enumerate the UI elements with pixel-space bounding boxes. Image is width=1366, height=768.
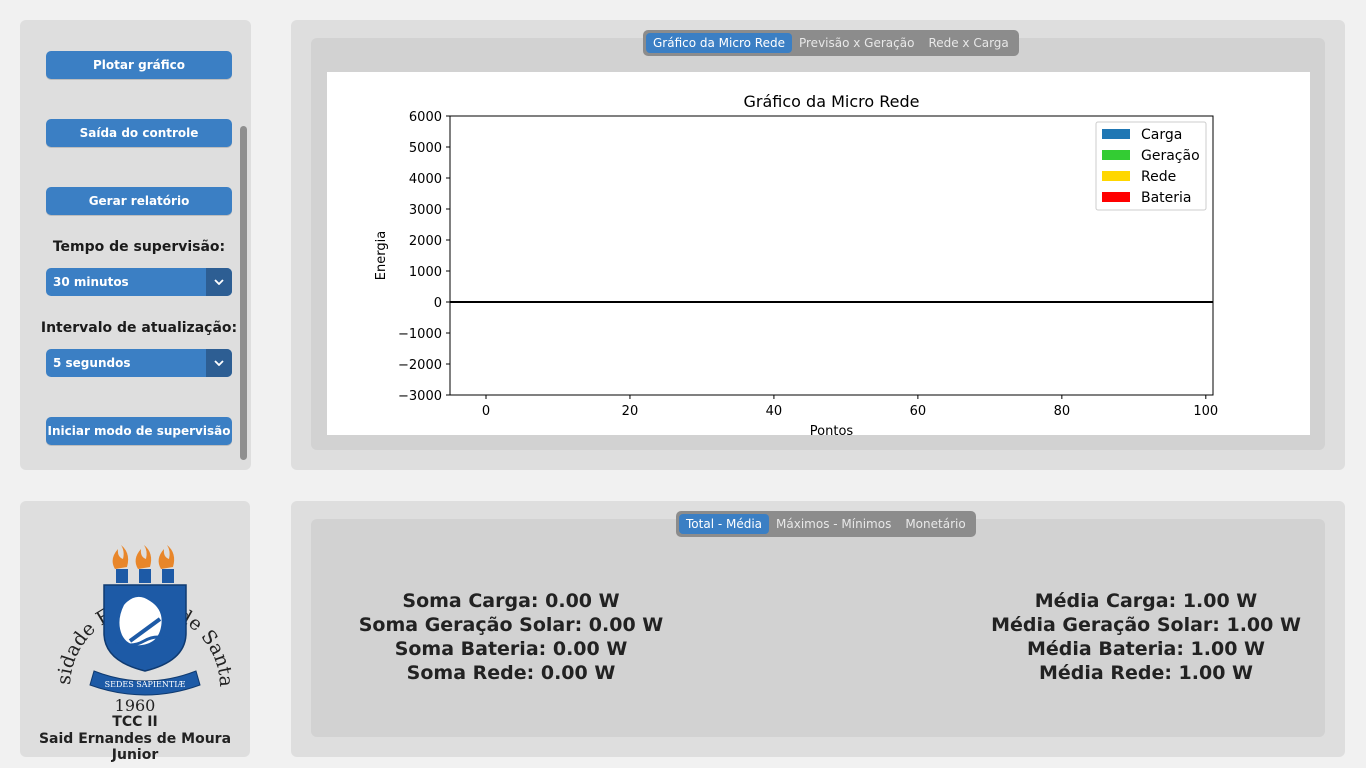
average-battery: Média Bateria: 1.00 W [1027, 638, 1265, 660]
statistics-panel: Total - Média Máximos - Mínimos Monetári… [291, 501, 1345, 757]
university-logo: Universidade Federal de Santa Maria SEDE… [20, 501, 237, 713]
y-tick-label: 5000 [409, 141, 442, 156]
chart-axes: 6000500040003000200010000−1000−2000−3000… [398, 110, 1218, 419]
supervision-time-label: Tempo de supervisão: [52, 239, 226, 255]
legend-swatch [1102, 150, 1130, 160]
y-tick-label: −2000 [398, 358, 442, 373]
chart-legend: Carga Geração Rede Bateria [1095, 121, 1207, 211]
supervision-time-value: 30 minutos [53, 275, 129, 289]
torch-icon [112, 545, 175, 583]
chart-y-label: Energia [374, 231, 389, 280]
author-name: Said Ernandes de Moura Junior [38, 731, 232, 763]
generate-report-button[interactable]: Gerar relatório [46, 187, 232, 215]
legend-swatch [1102, 171, 1130, 181]
average-solar-generation: Média Geração Solar: 1.00 W [991, 614, 1301, 636]
tab-micro-grid-chart[interactable]: Gráfico da Micro Rede [646, 33, 792, 53]
tab-grid-vs-load[interactable]: Rede x Carga [921, 33, 1015, 53]
sum-grid: Soma Rede: 0.00 W [406, 662, 616, 684]
shield-icon [103, 584, 187, 672]
course-label: TCC II [112, 714, 158, 730]
tab-monetary[interactable]: Monetário [898, 514, 972, 534]
chart-x-label: Pontos [810, 424, 854, 435]
update-interval-value: 5 segundos [53, 356, 131, 370]
update-interval-label: Intervalo de atualização: [40, 320, 238, 336]
legend-entry: Bateria [1141, 190, 1192, 206]
y-tick-label: 4000 [409, 172, 442, 187]
y-tick-label: 6000 [409, 110, 442, 125]
motto-banner: SEDES SAPIENTIÆ [89, 670, 201, 696]
logo-panel: Universidade Federal de Santa Maria SEDE… [20, 501, 250, 763]
supervision-time-select[interactable]: 30 minutos [46, 268, 232, 296]
chart-title: Gráfico da Micro Rede [744, 92, 920, 111]
x-tick-label: 0 [482, 404, 490, 419]
average-load: Média Carga: 1.00 W [1034, 590, 1258, 612]
y-tick-label: −3000 [398, 389, 442, 404]
y-tick-label: 2000 [409, 234, 442, 249]
control-output-button[interactable]: Saída do controle [46, 119, 232, 147]
y-tick-label: 1000 [409, 265, 442, 280]
y-tick-label: 3000 [409, 203, 442, 218]
sum-solar-generation: Soma Geração Solar: 0.00 W [358, 614, 664, 636]
legend-swatch [1102, 129, 1130, 139]
control-panel: Plotar gráfico Saída do controle Gerar r… [20, 20, 251, 470]
sum-battery: Soma Bateria: 0.00 W [394, 638, 628, 660]
tab-forecast-vs-generation[interactable]: Previsão x Geração [792, 33, 921, 53]
chart-canvas: 6000 5000 4000 3000 2000 1000 0 −1000 −2000 −3000… [327, 72, 1310, 439]
plot-chart-button[interactable]: Plotar gráfico [46, 51, 232, 79]
legend-entry: Carga [1141, 127, 1182, 143]
chevron-down-icon[interactable] [206, 268, 232, 296]
update-interval-select[interactable]: 5 segundos [46, 349, 232, 377]
x-tick-label: 20 [622, 404, 639, 419]
tab-max-min[interactable]: Máximos - Mínimos [769, 514, 898, 534]
tab-total-average[interactable]: Total - Média [679, 514, 770, 534]
legend-entry: Geração [1141, 148, 1200, 164]
statistics-tab-bar: Total - Média Máximos - Mínimos Monetári… [676, 511, 976, 537]
chart-tab-bar: Gráfico da Micro Rede Previsão x Geração… [643, 30, 1019, 56]
legend-entry: Rede [1141, 169, 1176, 185]
average-grid: Média Rede: 1.00 W [1038, 662, 1253, 684]
x-tick-label: 60 [910, 404, 927, 419]
x-tick-label: 40 [766, 404, 783, 419]
x-tick-label: 80 [1054, 404, 1071, 419]
scrollbar[interactable] [240, 126, 247, 460]
legend-swatch [1102, 192, 1130, 202]
y-tick-label: 0 [434, 296, 442, 311]
chevron-down-icon[interactable] [206, 349, 232, 377]
chart-panel: Gráfico da Micro Rede Previsão x Geração… [291, 20, 1345, 470]
svg-text:SEDES SAPIENTIÆ: SEDES SAPIENTIÆ [105, 680, 186, 689]
founding-year: 1960 [115, 696, 156, 713]
x-tick-label: 100 [1193, 404, 1218, 419]
start-supervision-button[interactable]: Iniciar modo de supervisão [46, 417, 232, 445]
sum-load: Soma Carga: 0.00 W [402, 590, 620, 612]
micro-grid-chart: 6000500040003000200010000−1000−2000−3000… [374, 92, 1218, 439]
y-tick-label: −1000 [398, 327, 442, 342]
